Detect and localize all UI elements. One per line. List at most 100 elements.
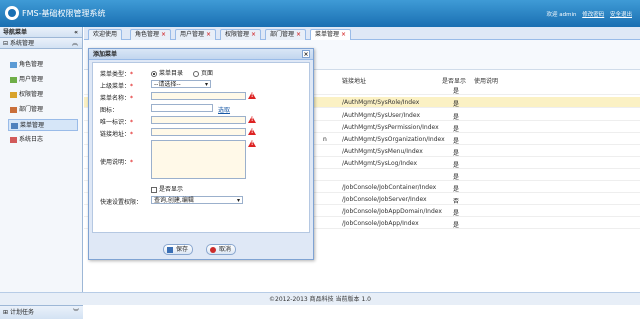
app-title: FMS-基础权限管理系统 (22, 9, 106, 18)
dialog-form: 菜单类型：* 菜单目录 页面 上级菜单：* --请选择--▾ 菜单名称：* 图标… (92, 62, 310, 233)
sidebar-item-department[interactable]: 部门管理 (8, 104, 78, 116)
url-cell: /JobConsole/JobServer/Index (342, 196, 427, 203)
tab-label: 部门管理 (270, 31, 295, 38)
chevron-down-icon: ▾ (204, 81, 208, 88)
sidebar-item-label: 权限管理 (19, 91, 44, 98)
show-cell: 是 (453, 162, 460, 169)
tab-department[interactable]: 部门管理 × (265, 29, 307, 40)
show-cell: 否 (453, 198, 460, 205)
sidebar-item-label: 部门管理 (19, 106, 44, 113)
close-icon[interactable]: × (296, 31, 301, 38)
name-cell: n (323, 136, 327, 143)
icon-input[interactable] (151, 104, 213, 112)
section-label: 系统管理 (9, 40, 34, 47)
tab-menu[interactable]: 菜单管理 × (310, 29, 352, 40)
sidebar-item-label: 菜单管理 (20, 122, 45, 129)
close-icon[interactable]: × (161, 31, 166, 38)
select-icon-link[interactable]: 选取 (218, 105, 230, 114)
quick-permission-label: 快速设置权限： (100, 199, 143, 206)
checkbox-icon (151, 186, 157, 193)
url-cell: /AuthMgmt/SysUser/Index (342, 112, 420, 119)
tab-label: 用户管理 (180, 31, 205, 38)
parent-menu-label: 上级菜单：* (100, 83, 134, 90)
menu-type-label: 菜单类型：* (100, 71, 134, 78)
show-cell: 是 (453, 186, 460, 193)
sidebar-item-role[interactable]: 角色管理 (8, 59, 78, 71)
radio-checked-icon (151, 70, 157, 77)
url-cell: /JobConsole/JobApp/Index (342, 220, 419, 227)
quick-permission-select[interactable]: 查询,创建,编辑 ▾ (151, 196, 243, 204)
cancel-icon (210, 247, 216, 253)
warning-icon (248, 116, 256, 123)
show-cell: 是 (453, 101, 460, 108)
warning-icon (248, 92, 256, 99)
close-icon[interactable]: × (206, 31, 211, 38)
sidebar-section-system[interactable]: ⊟ 系统管理 ︽ (0, 38, 82, 49)
logout-link[interactable]: 安全退出 (610, 12, 632, 18)
cancel-button[interactable]: 取消 (206, 244, 237, 255)
tab-permission[interactable]: 权限管理 × (220, 29, 262, 40)
chevron-down-icon: ▾ (236, 197, 240, 204)
show-checkbox[interactable]: 是否显示 (151, 184, 183, 193)
show-cell: 是 (453, 150, 460, 157)
unique-key-input[interactable] (151, 116, 246, 124)
department-icon (10, 107, 17, 113)
sidebar-item-user[interactable]: 用户管理 (8, 74, 78, 86)
radio-unchecked-icon (193, 70, 199, 77)
modify-password-link[interactable]: 修改密码 (582, 12, 604, 18)
description-textarea[interactable] (151, 140, 246, 179)
tab-label: 欢迎使用 (93, 31, 118, 38)
section-label: 计划任务 (9, 309, 34, 316)
show-cell: 是 (453, 138, 460, 145)
save-icon (167, 247, 173, 253)
show-cell: 是 (453, 126, 460, 133)
tab-role[interactable]: 角色管理 × (130, 29, 172, 40)
collapse-left-icon[interactable]: « (74, 27, 78, 38)
unique-key-label: 唯一标识：* (100, 119, 134, 126)
url-cell: /JobConsole/JobAppDomain/Index (342, 208, 442, 215)
show-cell: 是 (453, 210, 460, 217)
sidebar-item-menu[interactable]: 菜单管理 (8, 119, 78, 131)
radio-page[interactable]: 页面 (193, 68, 213, 77)
radio-directory[interactable]: 菜单目录 (151, 68, 183, 77)
sidebar-section-schedule[interactable]: ⊞ 计划任务 ︾ (0, 305, 83, 319)
nav-title: 导航菜单 (3, 29, 28, 36)
tab-user[interactable]: 用户管理 × (175, 29, 217, 40)
url-cell: /AuthMgmt/SysMenu/Index (342, 148, 423, 155)
copyright-text: ©2012-2013 商品科技 当前版本 1.0 (269, 296, 371, 303)
add-menu-dialog: 添加菜单 × 菜单类型：* 菜单目录 页面 上级菜单：* --请选择-- ▾ 菜单… (88, 48, 314, 260)
tab-label: 权限管理 (225, 31, 250, 38)
sidebar-item-permission[interactable]: 权限管理 (8, 89, 78, 101)
close-icon[interactable]: × (251, 31, 256, 38)
description-label: 使用说明：* (100, 159, 134, 166)
parent-menu-select[interactable]: --请选择-- ▾ (151, 80, 211, 88)
menu-name-label: 菜单名称：* (100, 95, 134, 102)
dialog-title-bar[interactable]: 添加菜单 × (89, 49, 313, 60)
url-cell: /JobConsole/JobContainer/Index (342, 184, 437, 191)
sidebar-item-label: 角色管理 (19, 61, 44, 68)
url-input[interactable] (151, 128, 246, 136)
menu-name-input[interactable] (151, 92, 246, 100)
chevron-down-icon[interactable]: ︾ (73, 306, 79, 320)
sidebar-item-label: 系统日志 (19, 136, 44, 143)
tab-welcome[interactable]: 欢迎使用 (88, 29, 123, 40)
show-cell: 是 (453, 88, 460, 95)
permission-icon (10, 92, 17, 98)
chevron-up-icon[interactable]: ︽ (72, 38, 78, 49)
menu-icon (11, 123, 18, 129)
url-cell: /AuthMgmt/SysOrganization/Index (342, 136, 445, 143)
sidebar-item-log[interactable]: 系统日志 (8, 134, 78, 146)
footer: ©2012-2013 商品科技 当前版本 1.0 (0, 292, 640, 305)
close-icon[interactable]: × (341, 31, 346, 38)
app-logo-icon (5, 6, 19, 20)
url-label: 链接地址：* (100, 131, 134, 138)
section-toggle-icon: ⊞ (3, 309, 9, 316)
role-icon (10, 62, 17, 68)
save-button[interactable]: 保存 (163, 244, 194, 255)
sidebar-item-label: 用户管理 (19, 76, 44, 83)
tab-label: 角色管理 (135, 31, 160, 38)
icon-label: 图标： (100, 107, 119, 114)
sidebar: 导航菜单 « ⊟ 系统管理 ︽ 角色管理 用户管理 权限管理 部门管理 菜单管理… (0, 27, 83, 319)
close-icon[interactable]: × (302, 50, 310, 58)
nav-header: 导航菜单 « (0, 27, 82, 38)
